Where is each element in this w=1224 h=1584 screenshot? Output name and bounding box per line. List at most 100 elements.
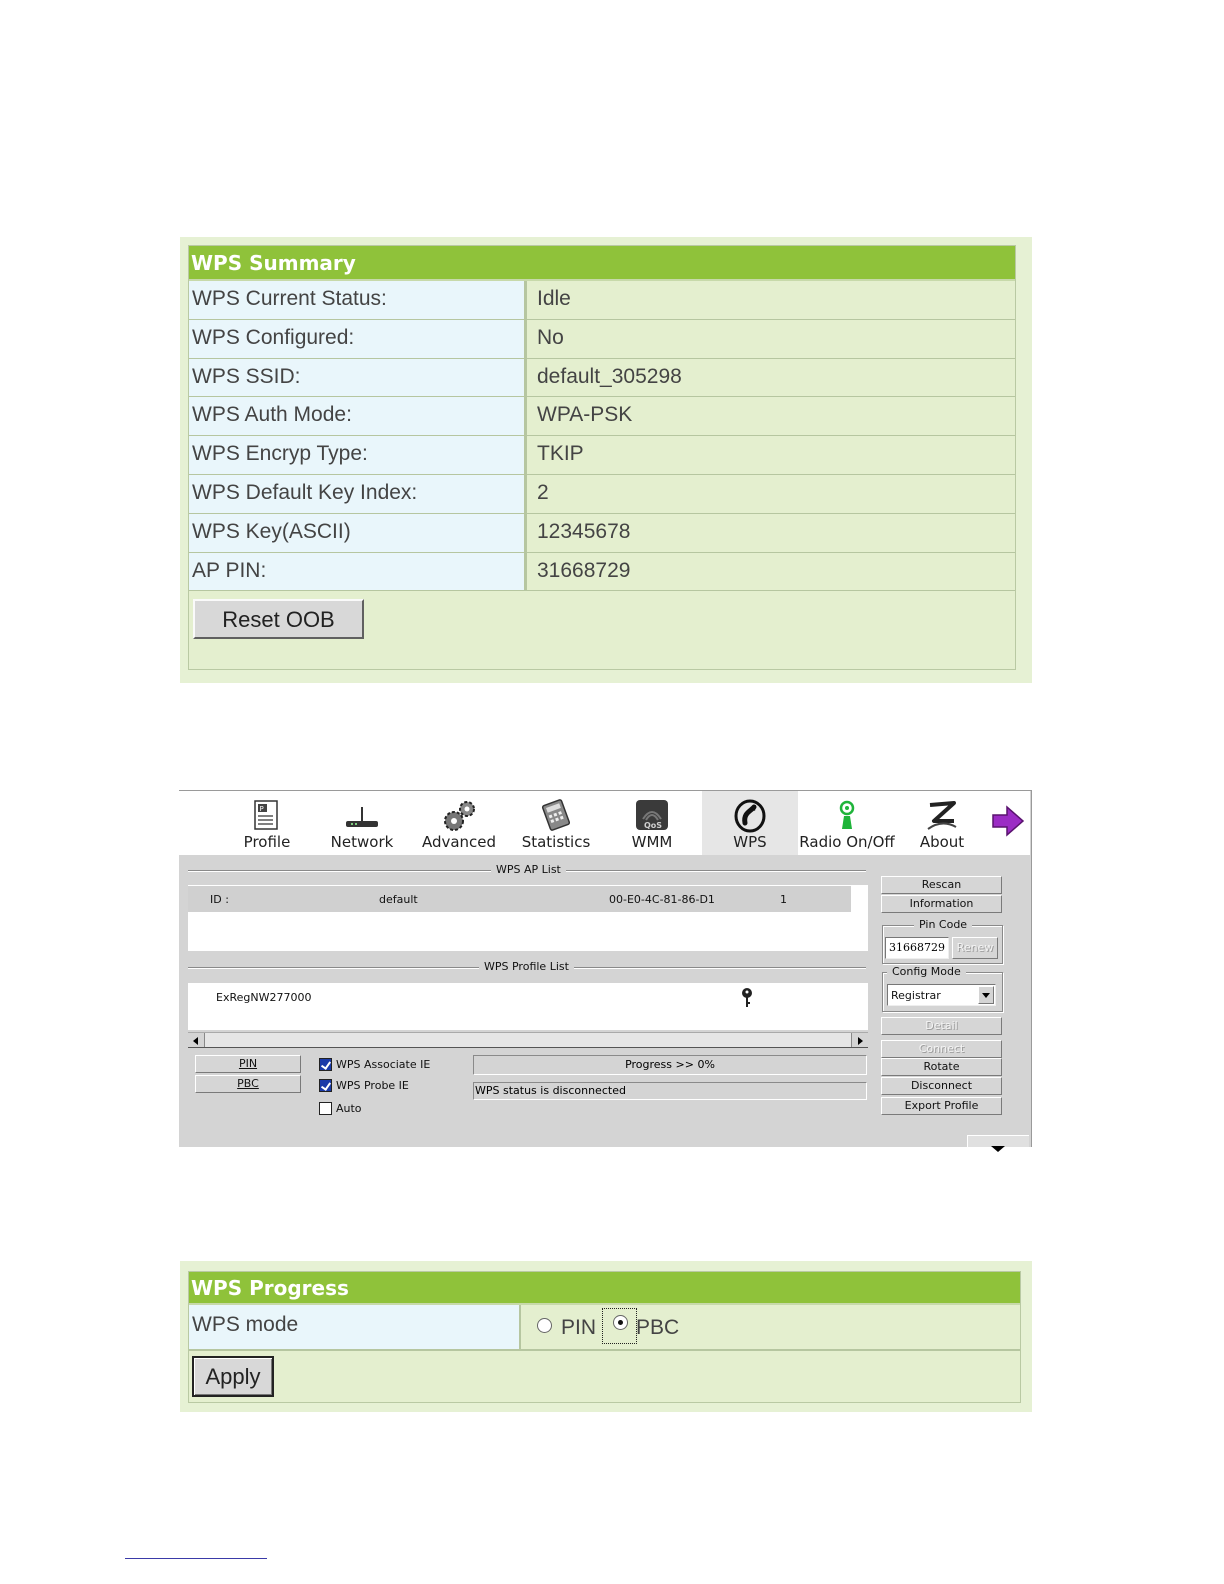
checkbox-box[interactable] (319, 1079, 332, 1092)
network-icon (342, 799, 382, 835)
wps-progress-panel: WPS Progress WPS mode PIN PBC Apply (180, 1261, 1032, 1412)
scroll-right-arrow-icon[interactable] (851, 1033, 868, 1047)
pbc-button[interactable]: PBC (195, 1075, 301, 1093)
summary-row-configured: WPS Configured: No (189, 319, 1015, 359)
summary-value: 31668729 (534, 552, 1015, 591)
connect-button[interactable]: Connect (881, 1040, 1002, 1058)
renew-button[interactable]: Renew (952, 937, 998, 959)
key-icon (740, 987, 754, 1013)
summary-row-auth-mode: WPS Auth Mode: WPA-PSK (189, 397, 1015, 437)
status-text: WPS status is disconnected (475, 1084, 626, 1097)
ap-mac: 00-E0-4C-81-86-D1 (609, 893, 715, 906)
summary-row-ap-pin: AP PIN: 31668729 (189, 552, 1015, 592)
toolbar-radio-on-off[interactable]: Radio On/Off (797, 791, 897, 855)
summary-value: Idle (534, 281, 1015, 319)
summary-label: WPS Configured: (189, 319, 527, 358)
config-mode-label: Config Mode (887, 965, 966, 978)
summary-label: WPS Key(ASCII) (189, 513, 527, 552)
toolbar-about[interactable]: About (897, 791, 987, 855)
toolbar-statistics[interactable]: Statistics (513, 791, 599, 855)
rotate-button[interactable]: Rotate (881, 1058, 1002, 1076)
toolbar-label: Radio On/Off (799, 833, 895, 851)
profile-list[interactable]: ExRegNW277000 (188, 983, 868, 1030)
summary-label: WPS Current Status: (189, 281, 527, 319)
collapse-toggle[interactable] (967, 1135, 1029, 1152)
radio-pbc[interactable] (613, 1315, 628, 1330)
wireless-utility-window: P Profile Network Advanced Statistics Qo… (179, 790, 1032, 1152)
triangle-down-icon (989, 1138, 1007, 1157)
summary-row-default-key-index: WPS Default Key Index: 2 (189, 474, 1015, 514)
pin-button[interactable]: PIN (195, 1055, 301, 1073)
about-icon (924, 799, 960, 837)
pin-code-input[interactable]: 31668729 (885, 937, 949, 959)
wps-summary-panel: WPS Summary WPS Current Status: Idle WPS… (180, 237, 1032, 683)
toolbar-label: Advanced (421, 833, 497, 851)
summary-label: WPS SSID: (189, 358, 527, 397)
footnote-separator (125, 1558, 267, 1559)
arrow-right-icon (991, 805, 1025, 841)
wps-progress-table: WPS Progress WPS mode PIN PBC Apply (188, 1271, 1021, 1403)
disconnect-button[interactable]: Disconnect (881, 1077, 1002, 1095)
summary-label: AP PIN: (189, 552, 527, 591)
summary-row-ssid: WPS SSID: default_305298 (189, 358, 1015, 398)
export-profile-button[interactable]: Export Profile (881, 1097, 1002, 1115)
scroll-left-arrow-icon[interactable] (188, 1033, 205, 1047)
wps-mode-row: WPS mode PIN PBC (189, 1305, 1020, 1351)
ap-list[interactable]: ID : default 00-E0-4C-81-86-D1 1 (188, 885, 868, 951)
wps-progress-title: WPS Progress (189, 1272, 1020, 1305)
radio-pbc-label: PBC (636, 1316, 680, 1339)
toolbar-wmm[interactable]: QoS WMM (609, 791, 695, 855)
radio-antenna-icon (834, 799, 860, 835)
toolbar-label: About (919, 833, 965, 851)
summary-row-current-status: WPS Current Status: Idle (189, 281, 1015, 320)
apply-button[interactable]: Apply (192, 1356, 274, 1397)
qos-icon: QoS (635, 799, 669, 835)
toolbar-label: Network (330, 833, 394, 851)
chevron-down-icon[interactable] (978, 986, 994, 1004)
toolbar-network[interactable]: Network (319, 791, 405, 855)
information-button[interactable]: Information (881, 895, 1002, 913)
summary-value: No (534, 319, 1015, 358)
checkbox-box[interactable] (319, 1102, 332, 1115)
profile-icon: P (253, 799, 281, 835)
rescan-button[interactable]: Rescan (881, 876, 1002, 894)
toolbar-wps[interactable]: WPS (702, 791, 798, 855)
config-mode-select[interactable]: Registrar (887, 984, 996, 1006)
toolbar-label: Profile (243, 833, 291, 851)
summary-value: TKIP (534, 436, 1015, 474)
toolbar-profile[interactable]: P Profile (224, 791, 310, 855)
summary-value: 12345678 (534, 513, 1015, 552)
radio-pin[interactable] (537, 1318, 552, 1333)
ap-id: ID : (210, 893, 229, 906)
detail-button[interactable]: Detail (881, 1017, 1002, 1035)
toolbar-label: WPS (733, 833, 767, 851)
checkbox-box[interactable] (319, 1058, 332, 1071)
summary-label: WPS Auth Mode: (189, 397, 527, 436)
toolbar-next-arrow[interactable] (989, 791, 1027, 855)
svg-text:P: P (260, 805, 264, 813)
checkbox-label: Auto (336, 1102, 362, 1115)
wps-summary-table: WPS Summary WPS Current Status: Idle WPS… (188, 245, 1016, 670)
horizontal-scrollbar[interactable] (188, 1032, 868, 1048)
ap-list-row[interactable]: ID : default 00-E0-4C-81-86-D1 1 (188, 886, 851, 912)
summary-label: WPS Encryp Type: (189, 436, 527, 474)
radio-pin-label: PIN (561, 1316, 597, 1339)
progress-bar: Progress >> 0% (473, 1055, 867, 1075)
profile-list-title: WPS Profile List (479, 960, 574, 973)
summary-value: default_305298 (534, 358, 1015, 397)
summary-row-encryp-type: WPS Encryp Type: TKIP (189, 436, 1015, 475)
toolbar-label: Statistics (521, 833, 591, 851)
summary-label: WPS Default Key Index: (189, 474, 527, 513)
wps-summary-title: WPS Summary (189, 246, 1015, 281)
toolbar-label: WMM (631, 833, 673, 851)
reset-oob-button[interactable]: Reset OOB (193, 599, 364, 639)
config-mode-value: Registrar (891, 989, 941, 1002)
summary-value: 2 (534, 474, 1015, 513)
checkbox-label: WPS Associate IE (336, 1058, 431, 1071)
wps-icon (733, 799, 767, 837)
profile-list-item[interactable]: ExRegNW277000 (216, 991, 311, 1004)
pin-code-label: Pin Code (914, 918, 973, 931)
toolbar-advanced[interactable]: Advanced (416, 791, 502, 855)
summary-value: WPA-PSK (534, 397, 1015, 436)
ap-ssid: default (379, 893, 418, 906)
